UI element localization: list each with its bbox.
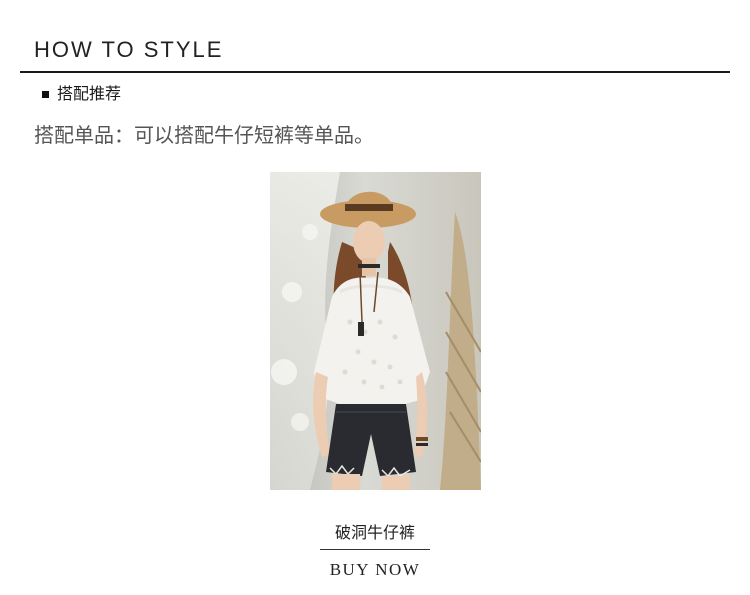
product-name[interactable]: 破洞牛仔裤 — [320, 522, 430, 544]
styling-description: 搭配单品：可以搭配牛仔短裤等单品。 — [34, 123, 374, 147]
subheading-label: 搭配推荐 — [57, 84, 122, 103]
title-divider — [20, 71, 730, 73]
section-title: HOW TO STYLE — [34, 37, 224, 62]
subheading: 搭配推荐 — [42, 83, 121, 105]
square-bullet-icon — [42, 90, 49, 98]
buy-now-button[interactable]: BUY NOW — [320, 559, 430, 581]
model-photo[interactable] — [270, 172, 481, 490]
product-divider — [320, 549, 430, 550]
